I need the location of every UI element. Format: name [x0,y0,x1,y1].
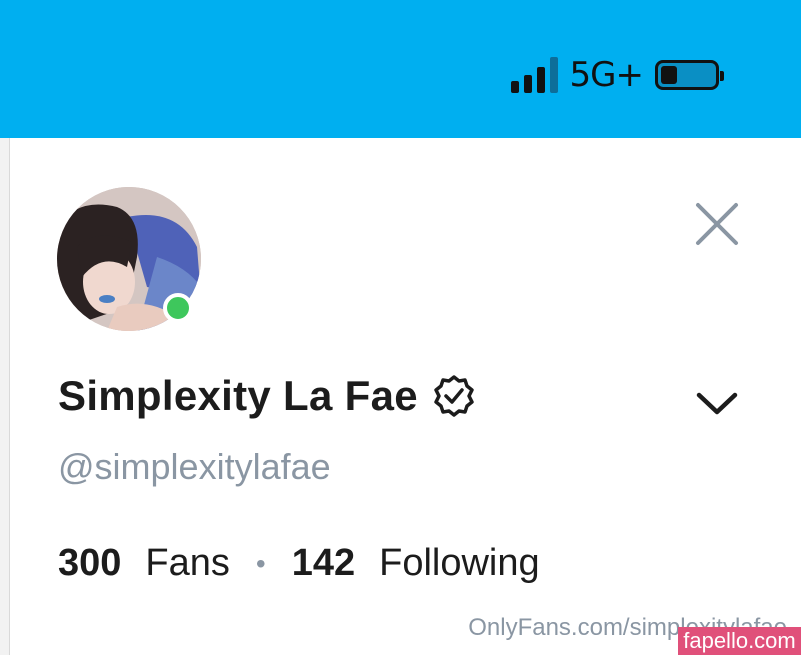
online-status-dot [163,293,193,323]
status-indicators: 5G+ [510,54,724,96]
stats-separator: • [255,547,266,579]
background-page [0,138,10,655]
profile-stats: 300 Fans • 142 Following [58,542,540,585]
profile-name: Simplexity La Fae [58,372,418,419]
close-icon[interactable] [694,201,740,247]
fans-count: 300 [58,542,122,584]
verified-badge-icon [434,375,474,417]
battery-icon [655,60,724,90]
following-count: 142 [291,542,356,584]
chevron-down-icon[interactable] [694,388,740,418]
profile-name-row: Simplexity La Fae [58,372,476,420]
network-type: 5G+ [569,55,644,95]
following-label: Following [379,542,540,584]
profile-panel: Simplexity La Fae @simplexitylafae 300 F… [10,138,801,655]
signal-icon [510,57,558,93]
watermark: fapello.com [678,627,801,655]
status-bar: 5G+ [0,0,801,138]
fans-label: Fans [145,542,230,584]
profile-handle: @simplexitylafae [58,446,331,487]
